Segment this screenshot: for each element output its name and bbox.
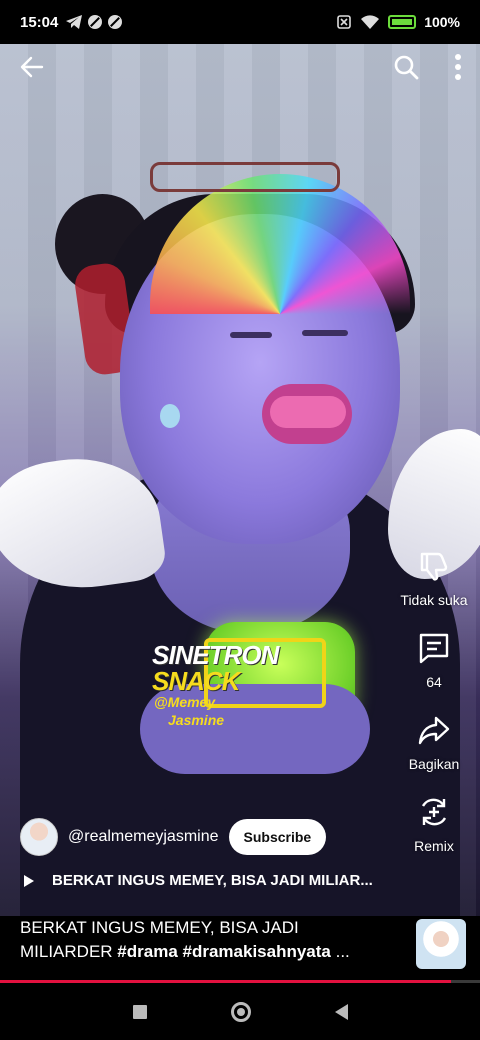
caption-ellipsis: ...: [330, 942, 350, 961]
video-tongue: [270, 396, 346, 428]
video-earring: [160, 404, 180, 428]
caption-text: BERKAT INGUS MEMEY, BISA JADI MILIARDER …: [20, 916, 400, 964]
remix-label: Remix: [414, 838, 454, 854]
hashtag-drama[interactable]: #drama: [117, 942, 177, 961]
thumbs-down-icon: [420, 552, 448, 581]
sim-off-icon: [337, 15, 351, 29]
show-logo-handle2: Jasmine: [168, 712, 225, 728]
back-nav-icon[interactable]: [334, 1003, 348, 1020]
battery-icon: [388, 15, 417, 29]
channel-row: @realmemeyjasmine Subscribe: [20, 818, 327, 856]
caption-bar[interactable]: BERKAT INGUS MEMEY, BISA JADI MILIARDER …: [0, 916, 480, 980]
video-thumbnail[interactable]: [416, 919, 466, 969]
arrow-left-icon[interactable]: [18, 53, 46, 81]
video-eye-right: [302, 330, 348, 336]
system-nav-bar: [0, 983, 480, 1040]
status-right: 100%: [336, 14, 460, 30]
status-notification-icons: [66, 15, 123, 29]
dislike-label: Tidak suka: [400, 592, 468, 608]
show-logo: SINETRON SNACK @Memey Jasmine: [152, 638, 330, 734]
video-title: BERKAT INGUS MEMEY, BISA JADI MILIAR...: [52, 872, 373, 889]
show-logo-handle1: @Memey: [154, 694, 216, 710]
share-button[interactable]: Bagikan: [408, 712, 460, 772]
home-icon[interactable]: [230, 1001, 251, 1022]
dislike-button[interactable]: Tidak suka: [400, 548, 468, 608]
play-icon: [24, 874, 34, 887]
comments-count: 64: [426, 674, 442, 690]
recents-icon[interactable]: [132, 1004, 147, 1019]
status-bar: 15:04 100%: [0, 0, 480, 44]
hashtag-dramakisahnyata[interactable]: #dramakisahnyata: [183, 942, 331, 961]
telegram-icon: [66, 15, 83, 29]
caption-line2: MILIARDER #drama #dramakisahnyata ...: [20, 940, 400, 964]
more-vert-icon[interactable]: [454, 53, 462, 81]
channel-avatar[interactable]: [20, 818, 58, 856]
top-nav: [0, 44, 480, 90]
wifi-icon: [361, 15, 380, 29]
action-column: Tidak suka 64 Bagikan Remix: [394, 548, 474, 876]
remix-button[interactable]: Remix: [414, 794, 454, 854]
status-time: 15:04: [20, 13, 59, 31]
comment-icon: [419, 633, 449, 664]
video-sunglasses: [150, 162, 340, 192]
video-title-row[interactable]: BERKAT INGUS MEMEY, BISA JADI MILIAR...: [20, 872, 400, 889]
caption-line1: BERKAT INGUS MEMEY, BISA JADI: [20, 918, 299, 937]
channel-handle[interactable]: @realmemeyjasmine: [68, 828, 219, 846]
remix-icon: [421, 798, 447, 826]
blocked-icon: [88, 15, 103, 29]
search-icon[interactable]: [392, 53, 420, 81]
top-nav-actions: [392, 53, 462, 81]
caption-line2-text: MILIARDER: [20, 942, 118, 961]
share-label: Bagikan: [408, 756, 460, 772]
subscribe-button[interactable]: Subscribe: [228, 819, 327, 855]
share-icon: [418, 716, 450, 745]
video-eye-left: [230, 332, 272, 338]
battery-percent: 100%: [424, 14, 460, 30]
show-logo-line2: SNACK: [152, 666, 240, 696]
comments-button[interactable]: 64: [416, 630, 452, 690]
blocked-icon-2: [108, 15, 123, 29]
